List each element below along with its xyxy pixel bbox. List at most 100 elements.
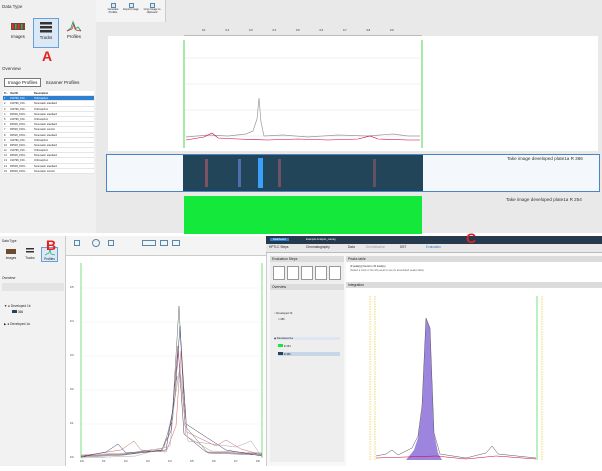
x-tick-label: 0.1 [102,460,106,463]
column-header[interactable]: Vial ID [9,91,33,95]
evaluation-steps-header: Evaluation Steps [270,256,344,262]
x-tick-label: 0.4 [168,460,172,463]
rf-tick-label: 0.2 [225,29,230,32]
tab-dst[interactable]: DST [400,245,406,249]
tree-label: 366 [17,310,24,314]
tree-label: Developed 1b [10,304,31,308]
generate-profiles-label: Generate Profiles [107,8,119,14]
baseline-icon[interactable] [160,240,168,246]
table-cell: Orthosiphon [34,149,49,153]
zoom-icon[interactable] [92,239,100,247]
workflow-tabs: HPTLC Steps Chromatography Data Derivati… [266,244,602,253]
x-tick-label: 0.5 [190,460,194,463]
tab-example-analysis[interactable]: Example Analysis_camag [306,238,336,241]
table-cell: 310796_150... [10,107,27,111]
table-cell: Orthosiphon [34,117,49,121]
tab-derivatization[interactable]: Derivatization [366,245,385,249]
images-icon [6,249,16,254]
tab-chromatography[interactable]: Chromatography [306,245,330,249]
step-button[interactable] [301,266,313,280]
tree-label: Developed 1a [10,322,30,326]
overlay-toolbar [66,236,266,256]
tracks-button[interactable]: Tracks [33,18,59,48]
tracks-icon [40,22,52,33]
x-tick-label: 0.2 [124,460,128,463]
tree-item-r366[interactable]: R 366 [278,352,340,356]
profile-trace-gray [185,97,420,138]
tab-data[interactable]: Data [348,245,355,249]
rf-tick-label: 0.7 [343,29,347,32]
tree-item-developed-1b[interactable]: ▼ ● Developed 1b [4,304,31,308]
export-image-button[interactable]: Export Image [123,3,139,11]
table-cell: Sinensetin standard [34,102,57,106]
table-cell: 310796_150... [10,149,27,153]
bottom-left-plot-area: 0.5 0.4 0.3 0.2 0.1 0.0 0.0 0.1 0.2 0.3 0.4 0.5 0.6… [66,236,266,466]
table-cell: Sinensetin control [34,128,55,132]
tab-image-profiles[interactable]: Image Profiles [4,78,42,87]
tree-label: Developed 1b [276,312,293,315]
x-tick-label: 0.0 [80,460,84,463]
caption-254: Take image developed plate1a R 254 [506,197,582,202]
tracks-table: Tr.. Vial ID Description 1 310796_150... O… [3,91,94,174]
copy-image-button[interactable]: Copy Image to clipboard [140,3,164,14]
step-button[interactable] [287,266,299,280]
profiles-icon [66,20,82,32]
track-strip-366[interactable]: Take image developed plate1a R 366 [106,154,600,192]
tab-scanner-profiles[interactable]: Scanner Profiles [43,79,83,86]
tree-item-developed-1a[interactable]: ▶ ● Developed 1a [4,322,30,326]
settings-icon[interactable] [172,240,180,246]
tree-label: R 254 [283,345,291,348]
tree-item-developed-1a[interactable]: ◉ Developed 1a [274,337,340,340]
table-cell: Orthosiphon [34,107,49,111]
overview-header: Overview [2,276,16,280]
peaks-table-header: Peaks table [346,256,602,262]
export-icon[interactable] [108,240,114,246]
export-image-label: Export Image [123,8,139,11]
track-strip-254[interactable]: Take image developed plate1a R 254 [106,196,600,234]
table-row[interactable]: 15 R3518_1501... Sinensetin control [3,169,94,174]
x-tick-label: 0.6 [212,460,216,463]
tree-item-r254[interactable]: R 254 [278,344,291,348]
y-tick-label: 0.5 [70,286,74,289]
tab-evaluation[interactable]: Evaluation [426,245,441,249]
tree-item-366[interactable]: □ 366 [278,318,285,321]
images-button[interactable]: Images [3,247,19,260]
rf-tick-label: 0.8 [366,29,371,32]
table-cell: R3518_1501... [10,169,28,173]
data-type-header: Data Type [2,4,23,9]
annotate-icon[interactable] [142,240,156,246]
top-profile-plot [108,36,598,151]
step-button[interactable] [329,266,341,280]
step-button[interactable] [273,266,285,280]
images-button[interactable]: Images [5,18,31,48]
step-button[interactable] [315,266,327,280]
images-label: Images [5,256,17,260]
tracks-button[interactable]: Tracks [22,247,38,260]
profile-tabs: Image Profiles Scanner Profiles [4,78,82,88]
tree-item-366[interactable]: 366 [12,310,23,314]
marker-b: B [46,237,57,253]
generate-profiles-button[interactable]: Generate Profiles [104,3,122,14]
tab-dashboard[interactable]: Dashboard [270,238,289,241]
profiles-label: Profiles [44,257,55,261]
tab-hptlc-steps[interactable]: HPTLC Steps [269,245,289,249]
view-icon[interactable] [74,240,80,246]
marker-c: C [466,230,477,246]
evaluation-steps-toolbar [273,266,341,280]
bottom-left-sidebar: Data Type Images Tracks Profiles B Overv… [0,236,66,466]
overlay-chart [80,263,263,459]
integration-chart [369,296,543,460]
table-cell: Orthosiphon [34,97,49,101]
table-cell: R3518_1501... [10,123,28,127]
band-image-366 [183,155,423,191]
table-cell: 310796_150... [10,102,27,106]
data-type-header: Data Type [2,239,17,243]
column-header[interactable]: Description [33,91,94,95]
x-tick-label: 0.3 [146,460,150,463]
profiles-button[interactable]: Profiles [61,18,87,48]
grid [184,57,422,137]
profiles-label: Profiles [67,34,81,39]
y-tick-label: 0.2 [70,388,74,391]
table-cell: Orthosiphon [34,159,49,163]
tree-item-developed-1b[interactable]: ○ Developed 1b [274,312,292,315]
